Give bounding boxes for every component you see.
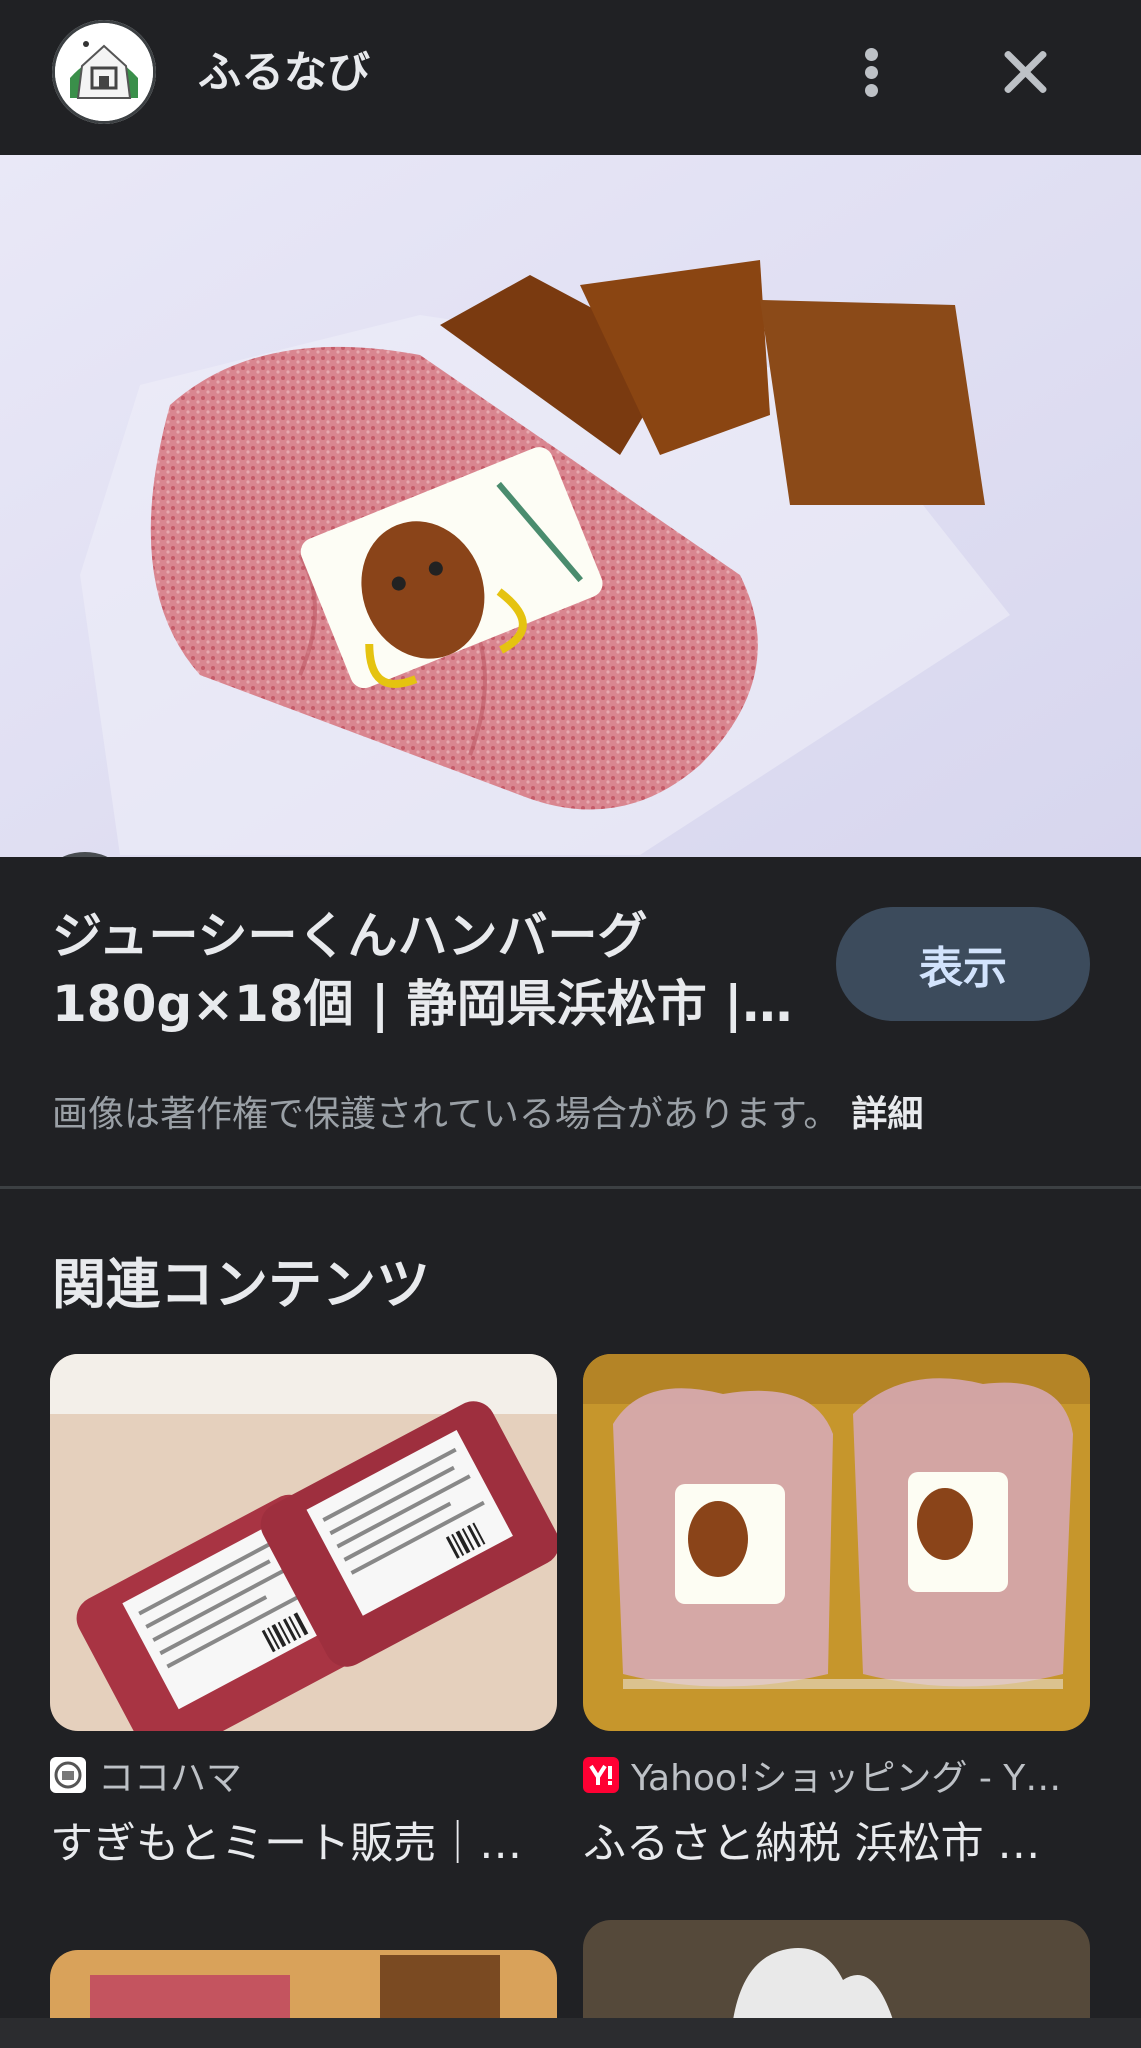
related-card-image[interactable] <box>50 1950 557 2020</box>
copyright-text: 画像は著作権で保護されている場合があります。 <box>52 1094 840 1135</box>
related-card[interactable]: Yahoo!ショッピング - Y… ふるさと納税 浜松市 … <box>583 1354 1090 1871</box>
related-card-image[interactable] <box>583 1354 1090 1731</box>
related-card-image[interactable] <box>583 1920 1090 2020</box>
lens-icon[interactable] <box>32 852 138 857</box>
source-row: ココハマ <box>50 1753 557 1799</box>
result-title[interactable]: ジューシーくんハンバーグ 180g×18個 | 静岡県浜松市 |… <box>52 902 812 1038</box>
cocohama-logo-icon <box>50 1757 86 1793</box>
related-card[interactable]: ココハマ すぎもとミート販売｜… <box>50 1354 557 1871</box>
card-title: ふるさと納税 浜松市 … <box>583 1819 1041 1869</box>
close-icon[interactable] <box>990 36 1062 108</box>
divider <box>0 1186 1141 1189</box>
more-vertical-icon[interactable] <box>846 36 898 108</box>
navigation-bar <box>0 2018 1141 2048</box>
related-heading: 関連コンテンツ <box>52 1253 430 1316</box>
view-button[interactable]: 表示 <box>836 907 1090 1021</box>
hero-image[interactable] <box>0 155 1141 857</box>
source-row: Yahoo!ショッピング - Y… <box>583 1753 1090 1799</box>
card-title: すぎもとミート販売｜… <box>50 1819 523 1869</box>
source-name: Yahoo!ショッピング - Y… <box>631 1758 1062 1799</box>
furunavi-logo-icon[interactable] <box>52 20 156 124</box>
copyright-notice: 画像は著作権で保護されている場合があります。 詳細 <box>52 1085 923 1137</box>
detail-link[interactable]: 詳細 <box>851 1094 923 1135</box>
title-line-2: 180g×18個 | 静岡県浜松市 |… <box>52 975 793 1033</box>
top-bar: ふるなび <box>0 0 1141 150</box>
source-name: ココハマ <box>98 1758 243 1799</box>
title-line-1: ジューシーくんハンバーグ <box>52 907 648 965</box>
yahoo-logo-icon <box>583 1757 619 1793</box>
site-name: ふるなび <box>198 48 370 98</box>
related-card-image[interactable] <box>50 1354 557 1731</box>
